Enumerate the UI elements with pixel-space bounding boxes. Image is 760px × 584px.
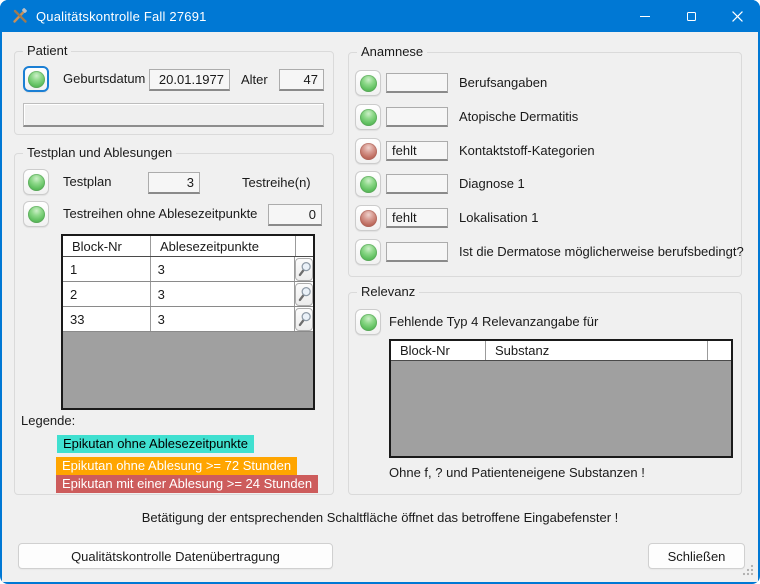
anamnese-atopische-field	[386, 107, 448, 127]
cell-action	[295, 307, 313, 331]
close-icon[interactable]	[714, 0, 760, 32]
led-sphere	[360, 75, 377, 92]
row-magnifier-button[interactable]	[295, 258, 313, 281]
birthdate-label: Geburtsdatum	[63, 66, 145, 92]
cell-punkte: 3	[151, 282, 295, 306]
group-patient-label: Patient	[23, 43, 71, 58]
transfer-button[interactable]: Qualitätskontrolle Datenübertragung	[18, 543, 333, 569]
blocks-table: Block-Nr Ablesezeitpunkte 1 3 2 3	[61, 234, 315, 410]
anamnese-atopische-button[interactable]	[355, 104, 381, 130]
row-magnifier-button[interactable]	[295, 283, 313, 306]
patient-status-button[interactable]	[23, 66, 49, 92]
anamnese-kontaktstoff-label: Kontaktstoff-Kategorien	[459, 138, 595, 164]
age-label: Alter	[241, 69, 268, 91]
age-field: 47	[279, 69, 324, 91]
titlebar[interactable]: Qualitätskontrolle Fall 27691	[0, 0, 760, 32]
table-row: 33 3	[63, 307, 313, 332]
resize-grip[interactable]	[742, 564, 754, 579]
legend-item-orange: Epikutan ohne Ablesung >= 72 Stunden	[56, 457, 297, 475]
relevanz-header-blocknr: Block-Nr	[391, 341, 486, 360]
testplan-count-field: 3	[148, 172, 200, 194]
table-row: 1 3	[63, 257, 313, 282]
group-testplan: Testplan und Ablesungen Testplan 3 Testr…	[14, 153, 334, 495]
blocks-header-punkte: Ablesezeitpunkte	[151, 236, 296, 256]
testreihen-ohne-label: Testreihen ohne Ablesezeitpunkte	[63, 201, 257, 227]
led-sphere	[28, 71, 45, 88]
anamnese-diagnose-button[interactable]	[355, 171, 381, 197]
relevanz-table-header: Block-Nr Substanz	[391, 341, 731, 361]
legend-item-cyan: Epikutan ohne Ablesezeitpunkte	[57, 435, 254, 453]
group-anamnese-label: Anamnese	[357, 44, 427, 59]
anamnese-diagnose-field	[386, 174, 448, 194]
relevanz-table: Block-Nr Substanz	[389, 339, 733, 458]
cell-blocknr: 33	[63, 307, 151, 331]
birthdate-field: 20.01.1977	[149, 69, 230, 91]
relevanz-row-label: Fehlende Typ 4 Relevanzangabe für	[389, 309, 598, 335]
anamnese-berufsangaben-field	[386, 73, 448, 93]
cell-punkte: 3	[151, 257, 295, 281]
anamnese-diagnose-label: Diagnose 1	[459, 171, 525, 197]
testplan-label: Testplan	[63, 169, 111, 195]
led-sphere	[360, 210, 377, 227]
blocks-header-blocknr: Block-Nr	[63, 236, 151, 256]
testreihen-ohne-count-field: 0	[268, 204, 322, 226]
dialog-window: Qualitätskontrolle Fall 27691 Patient Ge…	[0, 0, 760, 584]
blocks-table-header: Block-Nr Ablesezeitpunkte	[63, 236, 313, 257]
cell-punkte: 3	[151, 307, 295, 331]
window-title: Qualitätskontrolle Fall 27691	[36, 9, 207, 24]
anamnese-lokalisation-label: Lokalisation 1	[459, 205, 539, 231]
footer-hint: Betätigung der entsprechenden Schaltfläc…	[2, 510, 758, 525]
blocks-header-action	[296, 236, 313, 256]
testreihen-ohne-status-button[interactable]	[23, 201, 49, 227]
relevanz-note: Ohne f, ? und Patienteneigene Substanzen…	[389, 465, 645, 480]
anamnese-dermatose-field	[386, 242, 448, 262]
group-patient: Patient Geburtsdatum 20.01.1977 Alter 47	[14, 51, 334, 135]
legend-title: Legende:	[21, 413, 75, 428]
table-empty-area	[391, 361, 731, 456]
cell-blocknr: 2	[63, 282, 151, 306]
anamnese-lokalisation-button[interactable]	[355, 205, 381, 231]
anamnese-atopische-label: Atopische Dermatitis	[459, 104, 578, 130]
window-controls	[622, 0, 760, 32]
testplan-status-button[interactable]	[23, 169, 49, 195]
row-magnifier-button[interactable]	[295, 308, 313, 331]
led-sphere	[360, 176, 377, 193]
led-sphere	[360, 314, 377, 331]
maximize-icon[interactable]	[668, 0, 714, 32]
group-relevanz-label: Relevanz	[357, 284, 419, 299]
cell-action	[295, 282, 313, 306]
anamnese-berufsangaben-label: Berufsangaben	[459, 70, 547, 96]
legend-item-red: Epikutan mit einer Ablesung >= 24 Stunde…	[56, 475, 318, 493]
led-sphere	[360, 109, 377, 126]
patient-info-field	[23, 103, 324, 127]
led-sphere	[28, 206, 45, 223]
group-anamnese: Anamnese Berufsangaben Atopische Dermati…	[348, 52, 742, 277]
anamnese-dermatose-button[interactable]	[355, 239, 381, 265]
led-sphere	[28, 174, 45, 191]
anamnese-kontaktstoff-button[interactable]	[355, 138, 381, 164]
dialog-client-area: Patient Geburtsdatum 20.01.1977 Alter 47…	[2, 32, 758, 582]
led-sphere	[360, 244, 377, 261]
anamnese-dermatose-label: Ist die Dermatose möglicherweise berufsb…	[459, 239, 744, 265]
testreihen-label: Testreihe(n)	[242, 172, 311, 194]
group-relevanz: Relevanz Fehlende Typ 4 Relevanzangabe f…	[348, 292, 742, 495]
relevanz-header-action	[708, 341, 731, 360]
anamnese-berufsangaben-button[interactable]	[355, 70, 381, 96]
cell-action	[295, 257, 313, 281]
relevanz-header-substanz: Substanz	[486, 341, 708, 360]
tools-icon	[12, 8, 28, 24]
relevanz-status-button[interactable]	[355, 309, 381, 335]
group-testplan-label: Testplan und Ablesungen	[23, 145, 176, 160]
anamnese-lokalisation-field: fehlt	[386, 208, 448, 228]
anamnese-kontaktstoff-field: fehlt	[386, 141, 448, 161]
led-sphere	[360, 143, 377, 160]
table-empty-area	[63, 332, 313, 408]
minimize-icon[interactable]	[622, 0, 668, 32]
table-row: 2 3	[63, 282, 313, 307]
cell-blocknr: 1	[63, 257, 151, 281]
close-button[interactable]: Schließen	[648, 543, 745, 569]
